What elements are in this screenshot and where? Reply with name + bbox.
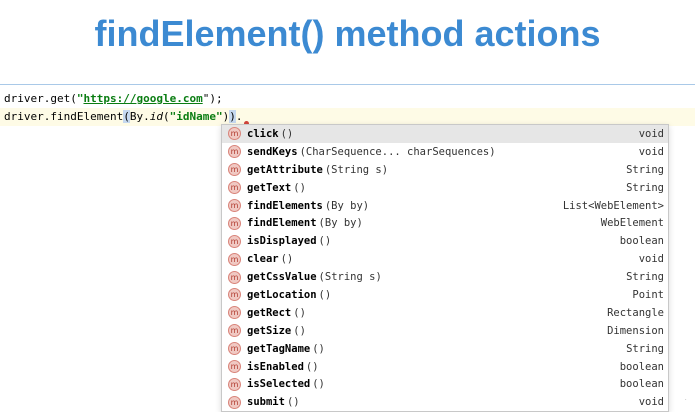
completion-item-isenabled[interactable]: m isEnabled() boolean: [222, 358, 668, 376]
completion-item-getattribute[interactable]: m getAttribute (String s) String: [222, 161, 668, 179]
method-params: (): [293, 306, 306, 319]
method-icon: m: [228, 127, 241, 141]
method-icon: m: [228, 306, 241, 320]
completion-item-findelement[interactable]: m findElement (By by) WebElement: [222, 214, 668, 232]
completion-item-gettext[interactable]: m getText() String: [222, 179, 668, 197]
method-name: findElements: [247, 199, 323, 212]
completion-item-isselected[interactable]: m isSelected() boolean: [222, 375, 668, 393]
method-params: (): [318, 288, 332, 301]
completion-item-sendkeys[interactable]: m sendKeys (CharSequence... charSequences)…: [222, 143, 668, 161]
method-name: getSize: [247, 324, 292, 337]
code-token: ");: [202, 92, 223, 105]
autocomplete-popup[interactable]: m click() void m sendKeys (CharSequence... ch…: [221, 124, 669, 412]
method-name: getLocation: [247, 288, 317, 301]
code-token: driver.get(: [4, 92, 77, 105]
method-name: findElement: [247, 217, 317, 230]
method-params: (By by): [324, 199, 370, 212]
completion-item-getsize[interactable]: m getSize() Dimension: [222, 322, 668, 340]
method-icon: m: [228, 234, 241, 248]
method-icon: m: [228, 163, 241, 177]
title-divider: [0, 84, 695, 85]
method-params: (): [305, 360, 319, 373]
method-name: submit: [247, 396, 285, 409]
completion-item-click[interactable]: m click() void: [222, 125, 668, 143]
completion-item-isdisplayed[interactable]: m isDisplayed() boolean: [222, 232, 668, 250]
return-type: boolean: [619, 378, 664, 391]
method-icon: m: [228, 216, 241, 230]
method-icon: m: [228, 342, 241, 356]
code-token: By.: [129, 110, 150, 123]
code-token: id: [149, 110, 163, 123]
method-name: isEnabled: [247, 360, 304, 373]
method-name: isSelected: [247, 378, 311, 391]
method-name: clear: [247, 253, 279, 266]
method-name: getRect: [247, 306, 292, 319]
code-token: (: [162, 110, 170, 123]
return-type: void: [638, 145, 664, 158]
method-params: (By by): [318, 217, 363, 230]
return-type: Rectangle: [607, 306, 664, 319]
method-params: (): [318, 235, 332, 248]
method-icon: m: [228, 377, 241, 391]
completion-item-clear[interactable]: m clear() void: [222, 250, 668, 268]
method-name: getText: [247, 181, 292, 194]
method-icon: m: [228, 324, 241, 338]
method-name: sendKeys: [247, 145, 298, 158]
url-link[interactable]: https://google.com: [83, 92, 202, 105]
method-params: (): [293, 181, 306, 194]
method-params: (String s): [318, 271, 382, 284]
code-editor[interactable]: driver.get("https://google.com"); driver…: [0, 90, 695, 126]
method-params: (CharSequence... charSequences): [299, 145, 496, 158]
method-params: (String s): [324, 163, 389, 176]
method-icon: m: [228, 270, 241, 284]
return-type: List<WebElement>: [562, 199, 664, 212]
footer-mark: ·: [684, 395, 687, 404]
method-icon: m: [228, 288, 241, 302]
code-line-1[interactable]: driver.get("https://google.com");: [0, 90, 695, 108]
completion-item-submit[interactable]: m submit() void: [222, 393, 668, 411]
method-name: getTagName: [247, 342, 311, 355]
return-type: String: [626, 271, 664, 284]
method-icon: m: [228, 145, 241, 159]
method-name: getCssValue: [247, 271, 317, 284]
return-type: boolean: [619, 235, 664, 248]
return-type: Point: [632, 288, 664, 301]
method-icon: m: [228, 395, 241, 409]
method-name: isDisplayed: [247, 235, 317, 248]
code-token: driver.findElement: [4, 110, 124, 123]
method-params: (): [293, 324, 306, 337]
method-icon: m: [228, 252, 241, 266]
code-token: .: [235, 110, 243, 123]
return-type: void: [638, 127, 664, 140]
method-params: (): [280, 127, 294, 140]
matched-paren: ): [229, 110, 236, 123]
matched-paren: (: [123, 110, 130, 123]
completion-item-getcssvalue[interactable]: m getCssValue (String s) String: [222, 268, 668, 286]
method-params: (): [280, 253, 294, 266]
method-name: getAttribute: [247, 163, 323, 176]
method-name: click: [247, 127, 279, 140]
method-params: (): [312, 342, 325, 355]
string-literal: "idName": [169, 110, 223, 123]
completion-item-getlocation[interactable]: m getLocation() Point: [222, 286, 668, 304]
method-params: (): [286, 396, 300, 409]
return-type: void: [638, 396, 664, 409]
method-icon: m: [228, 181, 241, 195]
return-type: String: [626, 342, 664, 355]
return-type: boolean: [619, 360, 664, 373]
completion-item-getrect[interactable]: m getRect() Rectangle: [222, 304, 668, 322]
return-type: WebElement: [600, 217, 664, 230]
return-type: void: [638, 253, 664, 266]
completion-item-gettagname[interactable]: m getTagName() String: [222, 340, 668, 358]
method-params: (): [312, 378, 325, 391]
return-type: Dimension: [607, 324, 664, 337]
return-type: String: [626, 181, 664, 194]
method-icon: m: [228, 199, 241, 212]
slide-title: findElement() method actions: [94, 13, 601, 54]
completion-item-findelements[interactable]: m findElements (By by) List<WebElement>: [222, 197, 668, 215]
method-icon: m: [228, 360, 241, 374]
return-type: String: [626, 163, 664, 176]
